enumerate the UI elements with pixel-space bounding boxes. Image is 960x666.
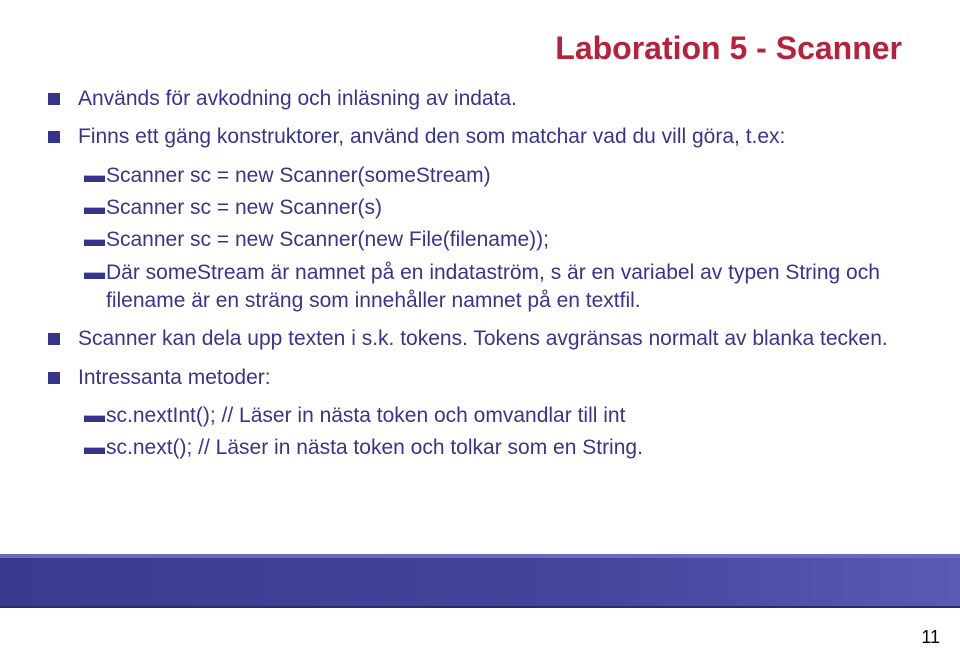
sub-text: Scanner sc = new Scanner(new File(filena… [106,226,912,254]
bullet-item: Intressanta metoder: [48,364,912,392]
bullet-item: Scanner kan dela upp texten i s.k. token… [48,325,912,353]
sub-text: Scanner sc = new Scanner(s) [106,194,912,222]
bullet-item: Finns ett gäng konstruktorer, använd den… [48,123,912,151]
bullet-text: Finns ett gäng konstruktorer, använd den… [78,123,912,151]
sub-list: ▬ Scanner sc = new Scanner(someStream) ▬… [84,162,912,316]
sub-text: Där someStream är namnet på en indatastr… [106,259,912,316]
slide: Laboration 5 - Scanner Används för avkod… [0,0,960,463]
sub-list: ▬ sc.nextInt(); // Läser in nästa token … [84,402,912,463]
sub-text: sc.next(); // Läser in nästa token och t… [106,434,912,462]
sub-item: ▬ sc.nextInt(); // Läser in nästa token … [84,402,912,430]
dash-icon: ▬ [84,226,106,254]
page-number: 11 [921,627,940,648]
bullet-square-icon [48,131,66,151]
dash-icon: ▬ [84,402,106,430]
sub-item: ▬ Scanner sc = new Scanner(s) [84,194,912,222]
sub-text: Scanner sc = new Scanner(someStream) [106,162,912,190]
sub-item: ▬ sc.next(); // Läser in nästa token och… [84,434,912,462]
bullet-text: Scanner kan dela upp texten i s.k. token… [78,325,912,353]
slide-title: Laboration 5 - Scanner [48,30,912,67]
bullet-square-icon [48,333,66,353]
sub-item: ▬ Där someStream är namnet på en indatas… [84,259,912,316]
dash-icon: ▬ [84,162,106,190]
sub-item: ▬ Scanner sc = new Scanner(someStream) [84,162,912,190]
bullet-text: Används för avkodning och inläsning av i… [78,85,912,113]
slide-content: Används för avkodning och inläsning av i… [48,85,912,463]
sub-item: ▬ Scanner sc = new Scanner(new File(file… [84,226,912,254]
dash-icon: ▬ [84,434,106,462]
footer-band [0,554,960,608]
dash-icon: ▬ [84,259,106,316]
bullet-square-icon [48,93,66,113]
bullet-item: Används för avkodning och inläsning av i… [48,85,912,113]
bullet-square-icon [48,372,66,392]
sub-text: sc.nextInt(); // Läser in nästa token oc… [106,402,912,430]
bullet-text: Intressanta metoder: [78,364,912,392]
dash-icon: ▬ [84,194,106,222]
